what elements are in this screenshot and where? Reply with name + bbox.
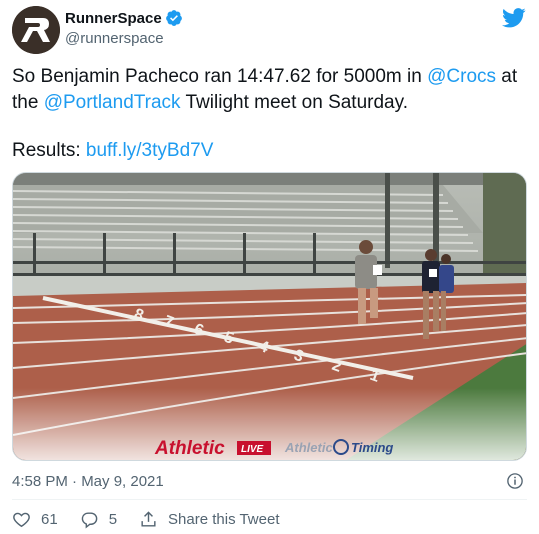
info-icon[interactable]: [506, 472, 524, 490]
live-tag: LIVE: [241, 444, 264, 455]
timestamp[interactable]: 4:58 PM · May 9, 2021: [12, 473, 164, 490]
mention-link[interactable]: @Crocs: [427, 66, 496, 87]
verified-badge-icon: [165, 10, 182, 26]
reply-count: 5: [108, 511, 118, 528]
share-label: Share this Tweet: [168, 511, 280, 528]
like-button[interactable]: 61: [12, 510, 58, 529]
runnerspace-logo-icon: [12, 6, 60, 54]
like-count: 61: [41, 511, 58, 528]
mention-link[interactable]: @PortlandTrack: [44, 92, 181, 113]
athletic-live-brand: Athletic: [154, 438, 225, 459]
timing-label: Timing: [351, 440, 393, 455]
results-line: Results: buff.ly/3tyBd7V: [12, 138, 213, 163]
results-label: Results:: [12, 140, 86, 161]
athletic-timing-brand: Athletic: [284, 440, 333, 455]
results-link[interactable]: buff.ly/3tyBd7V: [86, 140, 213, 161]
reply-bubble-icon: [81, 512, 97, 529]
tweet-embed: RunnerSpace @runnerspace So Benjamin Pac…: [0, 0, 539, 534]
twitter-bird-icon[interactable]: [502, 8, 526, 28]
action-bar: 61 5 Share this Tweet: [12, 510, 301, 529]
tweet-text: So Benjamin Pacheco ran 14:47.62 for 500…: [12, 64, 532, 115]
share-button[interactable]: Share this Tweet: [139, 510, 279, 529]
reply-button[interactable]: 5: [80, 510, 117, 529]
heart-icon: [13, 512, 30, 528]
video-media[interactable]: 8 7 6 5 4 3 2 1 Athletic LIVE Athletic T…: [12, 172, 527, 461]
author-name-row[interactable]: RunnerSpace: [65, 9, 183, 27]
divider: [12, 499, 527, 500]
tweet-text-part: So Benjamin Pacheco ran 14:47.62 for 500…: [12, 66, 428, 87]
display-name[interactable]: RunnerSpace: [65, 10, 162, 27]
race-video-frame: 8 7 6 5 4 3 2 1 Athletic LIVE Athletic T…: [13, 173, 526, 460]
avatar[interactable]: [12, 6, 60, 54]
handle[interactable]: @runnerspace: [65, 30, 164, 47]
tweet-text-part: Twilight meet on Saturday.: [180, 91, 408, 113]
share-icon: [141, 511, 156, 527]
